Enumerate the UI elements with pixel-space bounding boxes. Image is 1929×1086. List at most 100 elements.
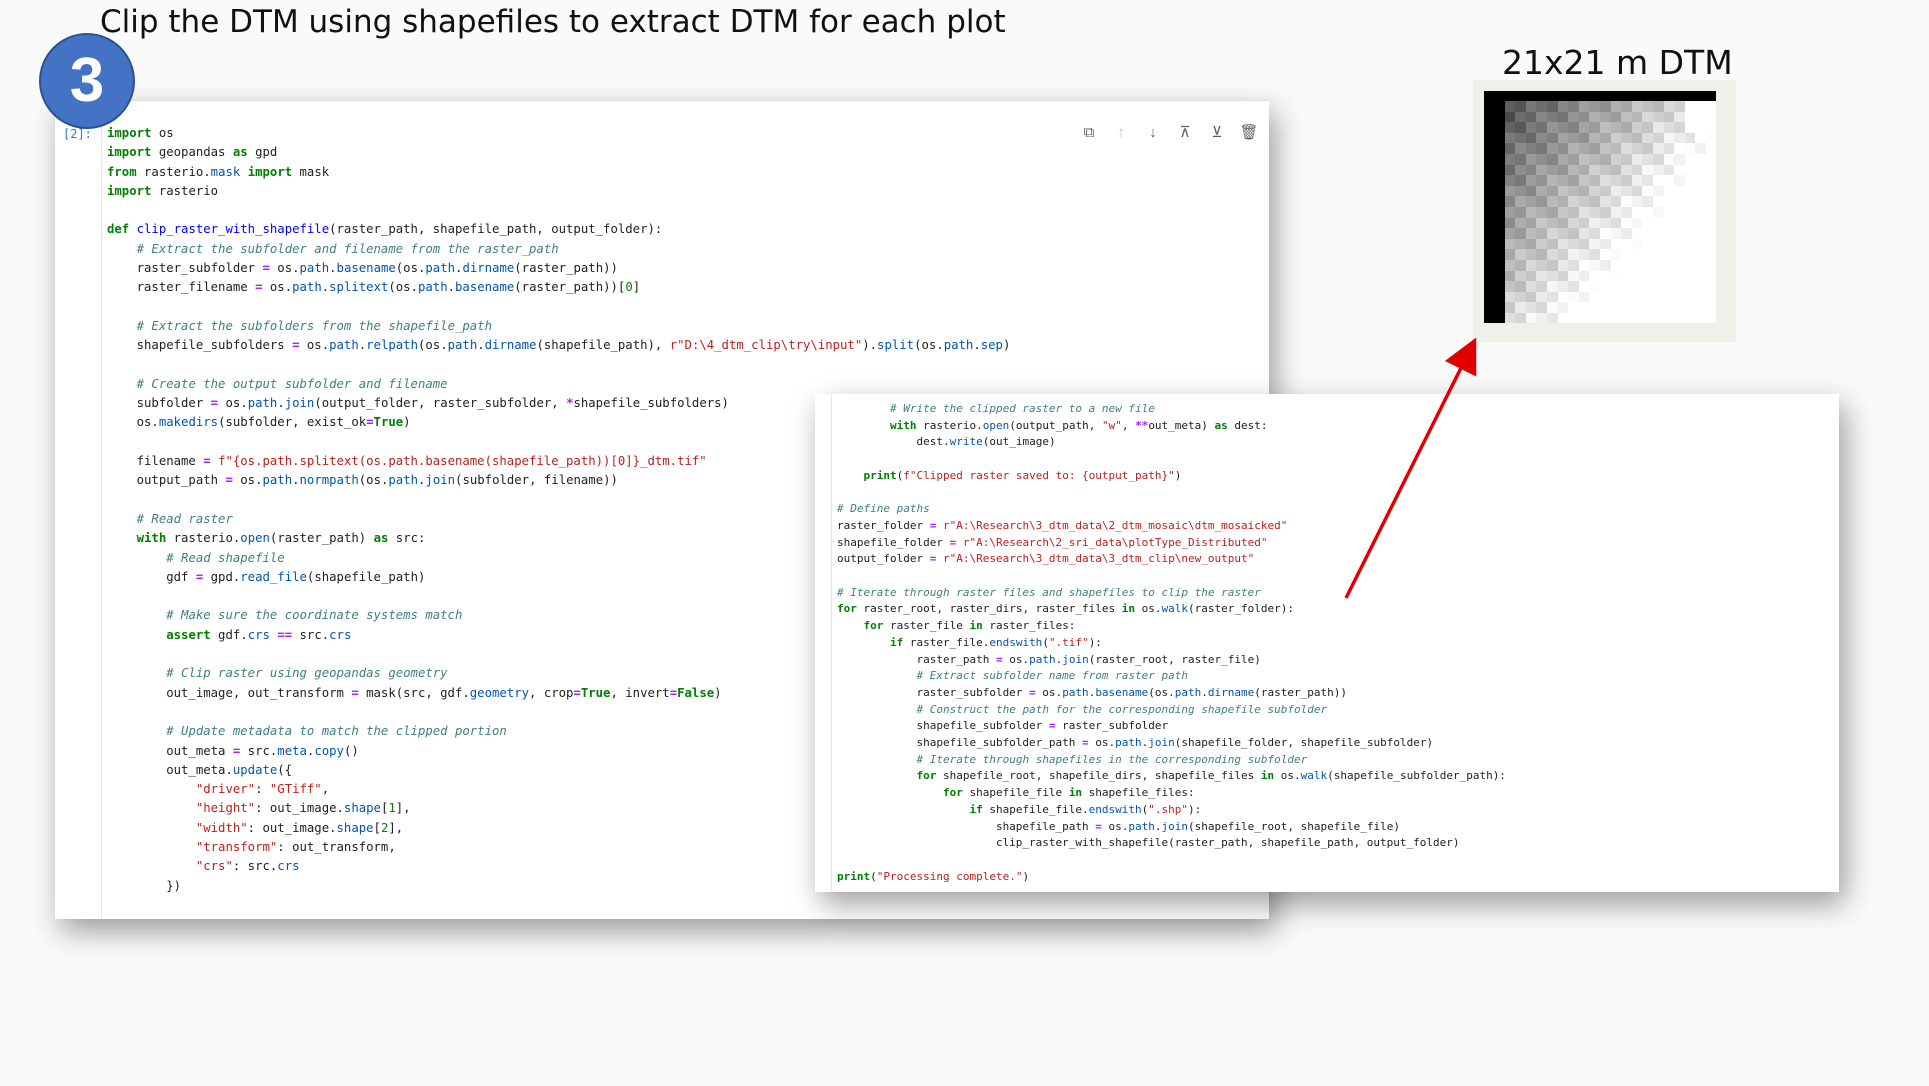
dtm-pixel [1621, 122, 1632, 133]
dtm-pixel [1536, 217, 1547, 229]
dtm-pixel [1652, 238, 1664, 250]
dtm-raster [1484, 91, 1717, 324]
dtm-pixel [1504, 206, 1516, 218]
dtm-pixel [1663, 259, 1675, 271]
dtm-pixel [1589, 185, 1600, 197]
dtm-pixel [1663, 312, 1675, 324]
dtm-pixel [1515, 259, 1526, 271]
dtm-pixel [1642, 228, 1653, 239]
dtm-pixel [1621, 281, 1632, 292]
dtm-caption: 21x21 m DTM [1502, 43, 1733, 82]
dtm-pixel [1663, 132, 1675, 144]
dtm-pixel [1494, 101, 1505, 112]
dtm-pixel [1568, 206, 1579, 218]
dtm-pixel [1557, 153, 1569, 165]
dtm-pixel [1663, 206, 1675, 218]
dtm-pixel [1621, 185, 1632, 197]
dtm-pixel [1652, 122, 1664, 133]
dtm-pixel [1589, 259, 1600, 271]
dtm-pixel [1536, 291, 1547, 303]
dtm-pixel [1652, 249, 1664, 260]
dtm-pixel [1578, 259, 1590, 271]
dtm-pixel [1631, 196, 1643, 207]
dtm-pixel [1589, 206, 1600, 218]
dtm-pixel [1525, 143, 1537, 154]
dtm-pixel [1515, 164, 1526, 176]
dtm-pixel [1568, 228, 1579, 239]
dtm-pixel [1663, 228, 1675, 239]
dtm-pixel [1525, 238, 1537, 250]
dtm-pixel [1568, 302, 1579, 313]
dtm-pixel [1568, 270, 1579, 282]
dtm-pixel [1652, 270, 1664, 282]
dtm-pixel [1589, 238, 1600, 250]
dtm-pixel [1631, 238, 1643, 250]
dtm-pixel [1642, 238, 1653, 250]
dtm-pixel [1610, 312, 1622, 324]
dtm-pixel [1621, 132, 1632, 144]
code-editor-continued[interactable]: # Write the clipped raster to a new file… [837, 401, 1506, 885]
dtm-pixel [1515, 196, 1526, 207]
dtm-pixel [1494, 122, 1505, 133]
dtm-pixel [1525, 196, 1537, 207]
insert-below-icon[interactable]: ⊻ [1207, 123, 1227, 143]
dtm-pixel [1663, 249, 1675, 260]
dtm-pixel [1684, 281, 1696, 292]
dtm-pixel [1578, 312, 1590, 324]
dtm-pixel [1652, 101, 1664, 112]
dtm-pixel [1578, 206, 1590, 218]
duplicate-icon[interactable]: ⧉ [1079, 123, 1099, 143]
dtm-pixel [1546, 206, 1558, 218]
dtm-pixel [1546, 217, 1558, 229]
dtm-pixel [1504, 164, 1516, 176]
dtm-pixel [1705, 132, 1717, 144]
dtm-pixel [1568, 249, 1579, 260]
dtm-pixel [1557, 206, 1569, 218]
dtm-pixel [1610, 111, 1622, 123]
notebook-cell-continued[interactable]: # Write the clipped raster to a new file… [815, 394, 1839, 892]
move-down-icon[interactable]: ↓ [1143, 123, 1163, 143]
dtm-pixel [1515, 228, 1526, 239]
dtm-pixel [1652, 259, 1664, 271]
dtm-pixel [1568, 153, 1579, 165]
dtm-pixel [1589, 302, 1600, 313]
dtm-pixel [1599, 122, 1611, 133]
dtm-pixel [1631, 175, 1643, 186]
dtm-pixel [1557, 312, 1569, 324]
dtm-pixel [1536, 164, 1547, 176]
dtm-pixel [1674, 259, 1685, 271]
dtm-pixel [1663, 122, 1675, 133]
dtm-pixel [1621, 259, 1632, 271]
dtm-pixel [1610, 175, 1622, 186]
dtm-pixel [1578, 228, 1590, 239]
dtm-pixel [1684, 175, 1696, 186]
dtm-pixel [1599, 302, 1611, 313]
move-up-icon[interactable]: ↑ [1111, 123, 1131, 143]
dtm-pixel [1652, 291, 1664, 303]
dtm-image [1473, 80, 1736, 342]
delete-icon[interactable]: 🗑 [1239, 123, 1259, 143]
dtm-pixel [1642, 143, 1653, 154]
dtm-pixel [1557, 228, 1569, 239]
dtm-pixel [1684, 122, 1696, 133]
insert-above-icon[interactable]: ⊼ [1175, 123, 1195, 143]
dtm-pixel [1652, 196, 1664, 207]
dtm-pixel [1504, 101, 1516, 112]
dtm-pixel [1557, 164, 1569, 176]
dtm-pixel [1599, 153, 1611, 165]
dtm-pixel [1674, 281, 1685, 292]
dtm-pixel [1568, 122, 1579, 133]
dtm-pixel [1652, 111, 1664, 123]
dtm-pixel [1557, 291, 1569, 303]
dtm-pixel [1652, 302, 1664, 313]
dtm-pixel [1610, 132, 1622, 144]
dtm-pixel [1525, 291, 1537, 303]
dtm-pixel [1515, 312, 1526, 324]
dtm-pixel [1621, 217, 1632, 229]
dtm-pixel [1568, 143, 1579, 154]
dtm-pixel [1536, 111, 1547, 123]
dtm-pixel [1684, 101, 1696, 112]
dtm-pixel [1578, 196, 1590, 207]
dtm-pixel [1494, 175, 1505, 186]
dtm-pixel [1578, 217, 1590, 229]
